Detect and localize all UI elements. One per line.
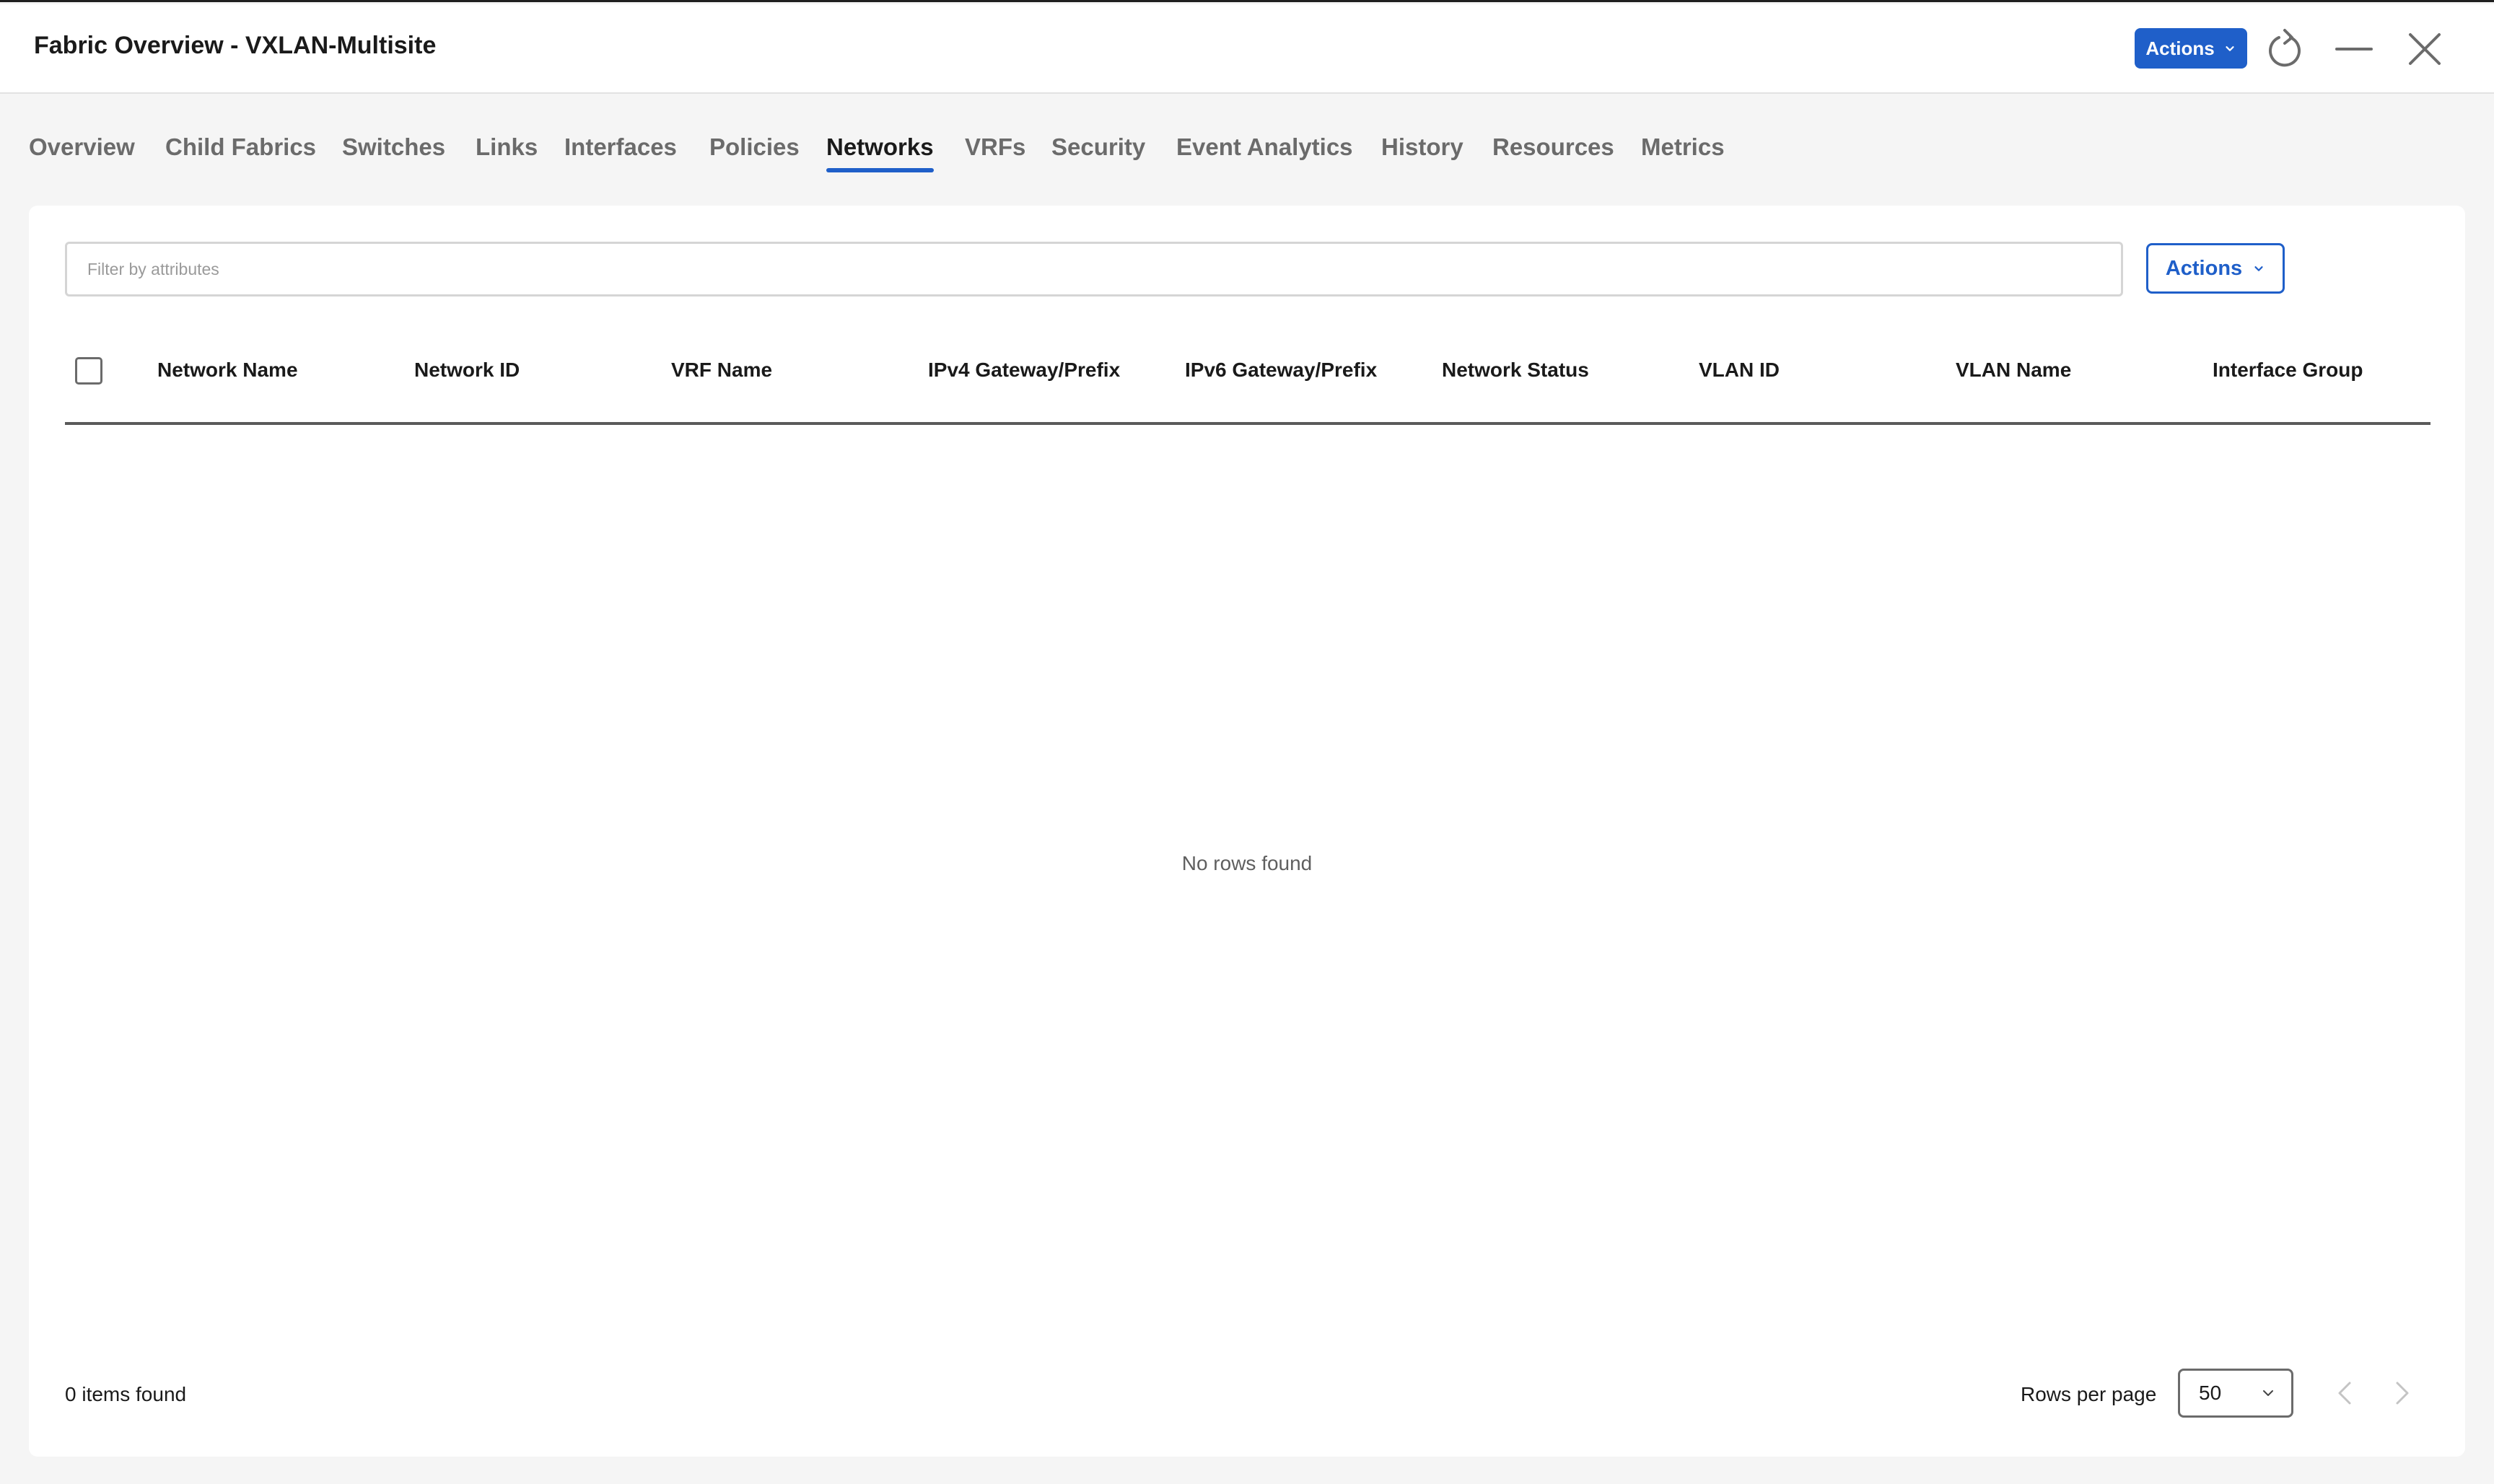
minimize-button[interactable] bbox=[2332, 26, 2376, 72]
filter-input[interactable] bbox=[65, 242, 2123, 297]
close-icon bbox=[2409, 33, 2441, 65]
column-header-vrf-name[interactable]: VRF Name bbox=[671, 359, 772, 382]
chevron-down-icon bbox=[2226, 46, 2234, 51]
chevron-down-icon bbox=[2263, 1390, 2273, 1396]
refresh-button[interactable] bbox=[2263, 26, 2306, 72]
rows-per-page-select[interactable]: 50 bbox=[2178, 1369, 2293, 1418]
tab-links[interactable]: Links bbox=[476, 133, 538, 161]
tab-bar: Overview Child Fabrics Switches Links In… bbox=[0, 118, 2494, 175]
tab-resources[interactable]: Resources bbox=[1492, 133, 1614, 161]
column-header-interface-group[interactable]: Interface Group bbox=[2213, 359, 2363, 382]
column-header-network-id[interactable]: Network ID bbox=[414, 359, 520, 382]
table-header: Network Name Network ID VRF Name IPv4 Ga… bbox=[65, 321, 2430, 425]
tab-vrfs[interactable]: VRFs bbox=[965, 133, 1025, 161]
empty-state-message: No rows found bbox=[1181, 852, 1313, 874]
tab-overview[interactable]: Overview bbox=[29, 133, 135, 161]
tab-policies[interactable]: Policies bbox=[709, 133, 800, 161]
next-page-button[interactable] bbox=[2384, 1376, 2419, 1410]
title-actions-label: Actions bbox=[2145, 37, 2215, 59]
window-title: Fabric Overview - VXLAN-Multisite bbox=[34, 32, 437, 59]
minimize-icon bbox=[2335, 48, 2373, 51]
rows-per-page-label: Rows per page bbox=[2021, 1383, 2157, 1405]
column-header-vlan-id[interactable]: VLAN ID bbox=[1699, 359, 1780, 382]
rows-per-page-value: 50 bbox=[2199, 1382, 2222, 1404]
tab-child-fabrics[interactable]: Child Fabrics bbox=[165, 133, 316, 161]
column-header-network-name[interactable]: Network Name bbox=[157, 359, 298, 382]
tab-metrics[interactable]: Metrics bbox=[1641, 133, 1725, 161]
table-actions-button[interactable]: Actions bbox=[2146, 243, 2285, 294]
close-button[interactable] bbox=[2403, 26, 2446, 72]
title-actions-button[interactable]: Actions bbox=[2135, 28, 2247, 69]
select-all-checkbox[interactable] bbox=[75, 357, 102, 385]
table-actions-label: Actions bbox=[2165, 256, 2243, 280]
fabric-overview-window: Fabric Overview - VXLAN-Multisite Action… bbox=[0, 0, 2494, 1484]
tab-interfaces[interactable]: Interfaces bbox=[564, 133, 677, 161]
column-header-ipv6-gateway[interactable]: IPv6 Gateway/Prefix bbox=[1185, 359, 1377, 382]
tab-security[interactable]: Security bbox=[1051, 133, 1145, 161]
tab-history[interactable]: History bbox=[1381, 133, 1463, 161]
chevron-right-icon bbox=[2396, 1382, 2409, 1405]
column-header-network-status[interactable]: Network Status bbox=[1442, 359, 1589, 382]
items-found-count: 0 items found bbox=[65, 1383, 187, 1405]
tab-event-analytics[interactable]: Event Analytics bbox=[1176, 133, 1353, 161]
title-bar: Fabric Overview - VXLAN-Multisite Action… bbox=[0, 4, 2494, 94]
tab-networks[interactable]: Networks bbox=[826, 133, 934, 172]
chevron-down-icon bbox=[2254, 266, 2263, 271]
refresh-icon bbox=[2269, 29, 2301, 67]
previous-page-button[interactable] bbox=[2328, 1376, 2363, 1410]
column-header-ipv4-gateway[interactable]: IPv4 Gateway/Prefix bbox=[928, 359, 1120, 382]
column-header-vlan-name[interactable]: VLAN Name bbox=[1956, 359, 2071, 382]
tab-switches[interactable]: Switches bbox=[342, 133, 445, 161]
chevron-left-icon bbox=[2338, 1382, 2351, 1405]
networks-panel: Actions Network Name Network ID VRF Name… bbox=[29, 206, 2465, 1457]
